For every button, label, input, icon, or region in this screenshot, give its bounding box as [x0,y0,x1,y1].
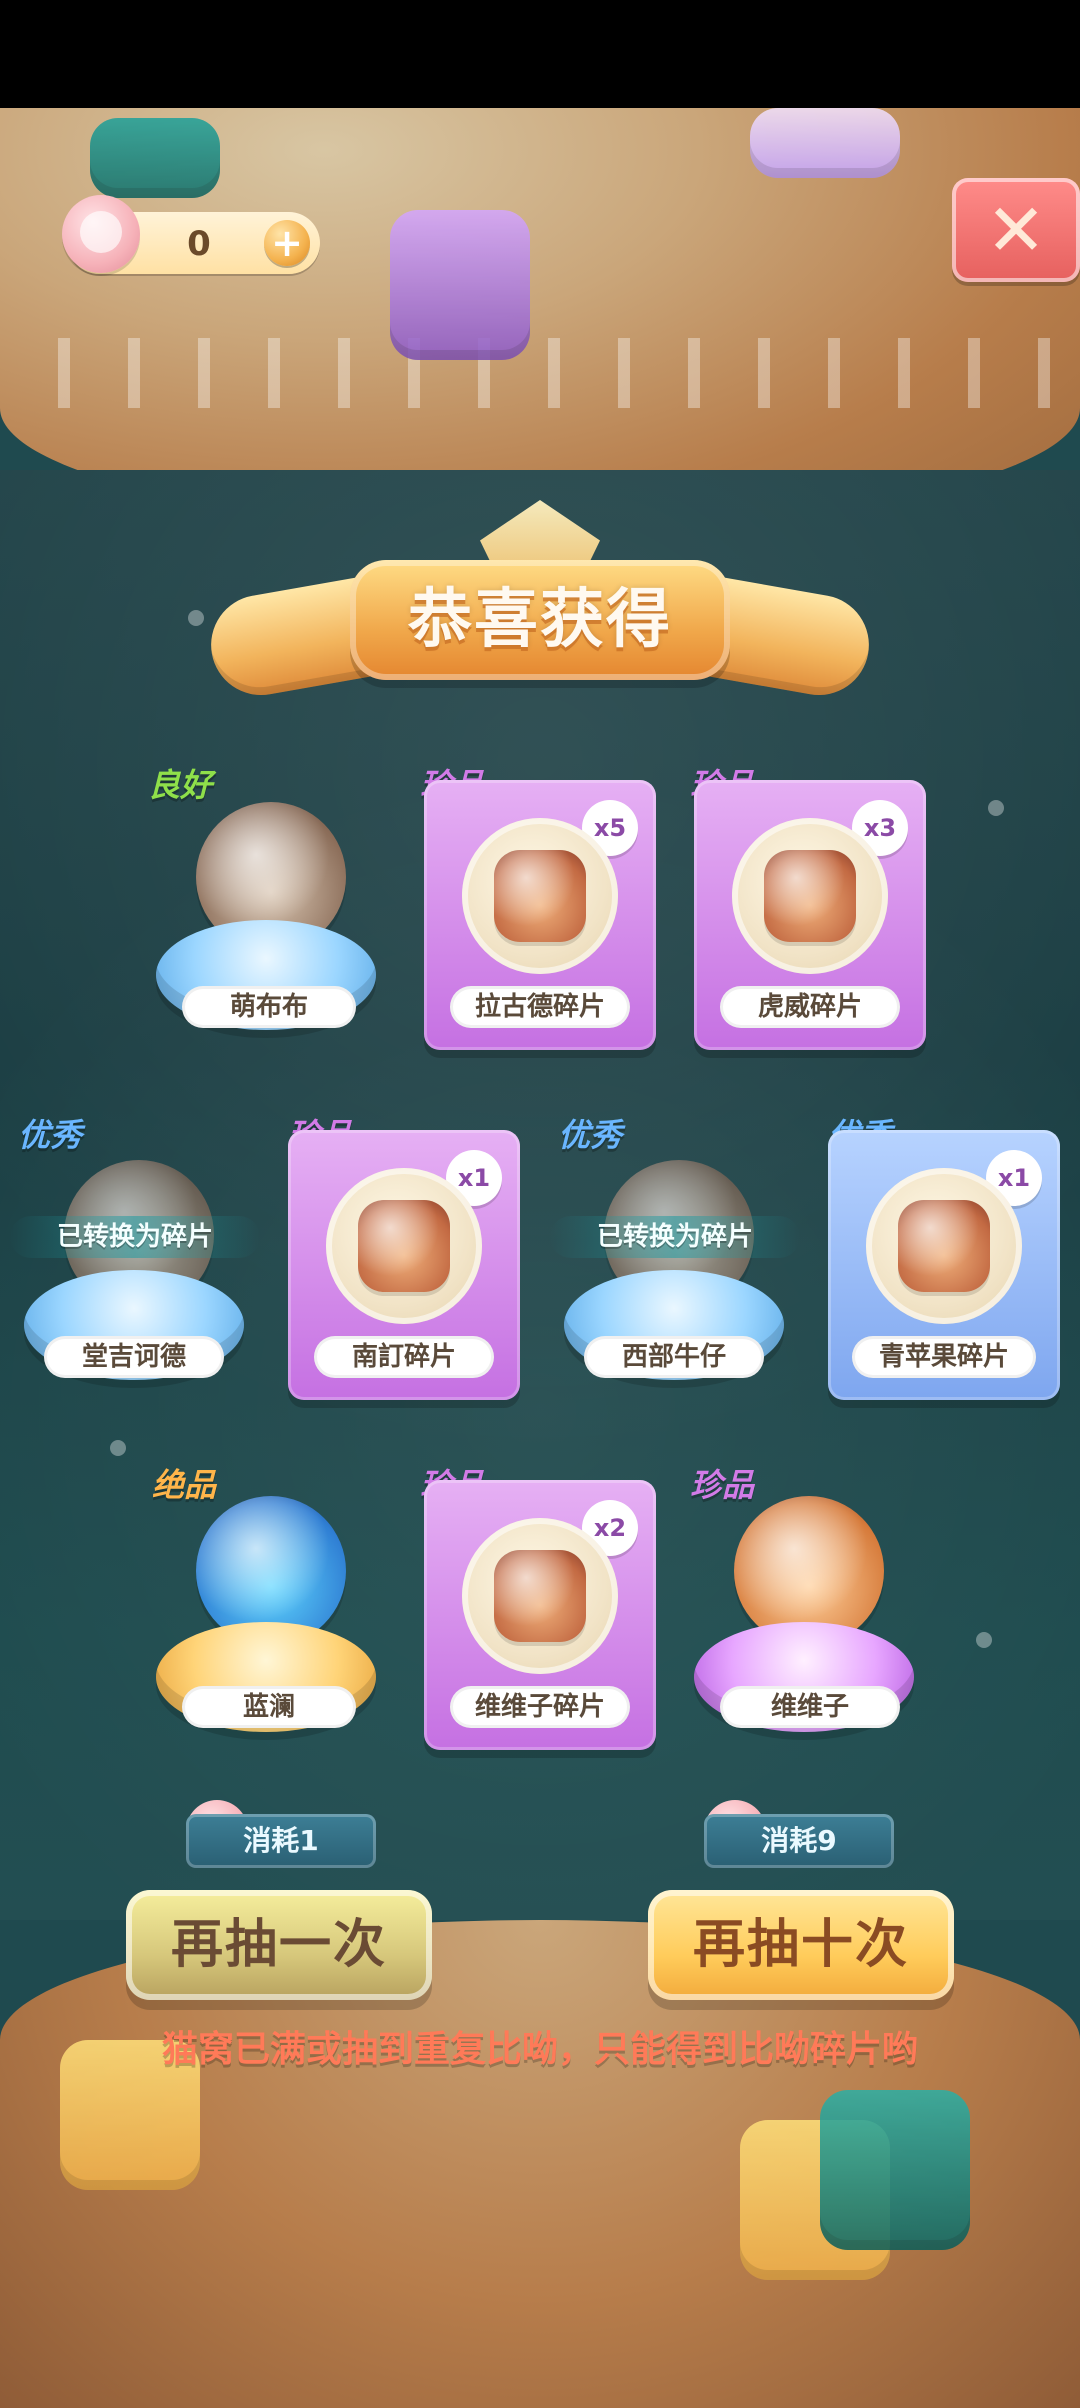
add-currency-button[interactable]: + [264,220,310,266]
character-name: 维维子 [720,1686,900,1728]
close-icon: ✕ [985,188,1047,272]
status-bar [0,0,1080,108]
banner-title: 恭喜获得 [408,583,672,657]
decor-can [820,2090,970,2250]
sparkle [110,1440,126,1456]
shard-icon [358,1200,450,1292]
cost-tag-ten: 消耗9 [704,1814,894,1868]
plus-icon: + [271,221,303,265]
character-name: 西部牛仔 [584,1336,764,1378]
sparkle [976,1632,992,1648]
decor-can [750,108,900,178]
title-banner: 恭喜获得 [203,500,877,703]
sparkle [988,800,1004,816]
shard-icon [764,850,856,942]
rarity-label: 珍品 [690,1466,755,1504]
converted-label: 已转换为碎片 [550,1216,800,1258]
rarity-label: 绝品 [152,1466,217,1504]
sparkle [188,610,204,626]
converted-label: 已转换为碎片 [10,1216,260,1258]
paw-icon [62,195,140,273]
character-name: 萌布布 [182,986,356,1028]
shard-name: 虎威碎片 [720,986,900,1028]
rarity-label: 良好 [148,766,213,804]
shard-name: 维维子碎片 [450,1686,630,1728]
shard-name: 南訂碎片 [314,1336,494,1378]
cost-tag-once: 消耗1 [186,1814,376,1868]
notice-text: 猫窝已满或抽到重复比呦，只能得到比呦碎片哟 [161,2029,918,2070]
decor-can [390,210,530,360]
shard-icon [898,1200,990,1292]
decor-can [90,118,220,198]
shard-icon [494,850,586,942]
shard-icon [494,1550,586,1642]
close-button[interactable]: ✕ [952,178,1080,282]
character-name: 堂吉诃德 [44,1336,224,1378]
currency-value: 0 [187,224,211,264]
shard-name: 拉古德碎片 [450,986,630,1028]
character-name: 蓝澜 [182,1686,356,1728]
rarity-label: 优秀 [558,1116,623,1154]
rarity-label: 优秀 [18,1116,83,1154]
draw-once-button[interactable]: 再抽一次 [126,1890,432,2000]
draw-ten-button[interactable]: 再抽十次 [648,1890,954,2000]
shard-name: 青苹果碎片 [852,1336,1036,1378]
